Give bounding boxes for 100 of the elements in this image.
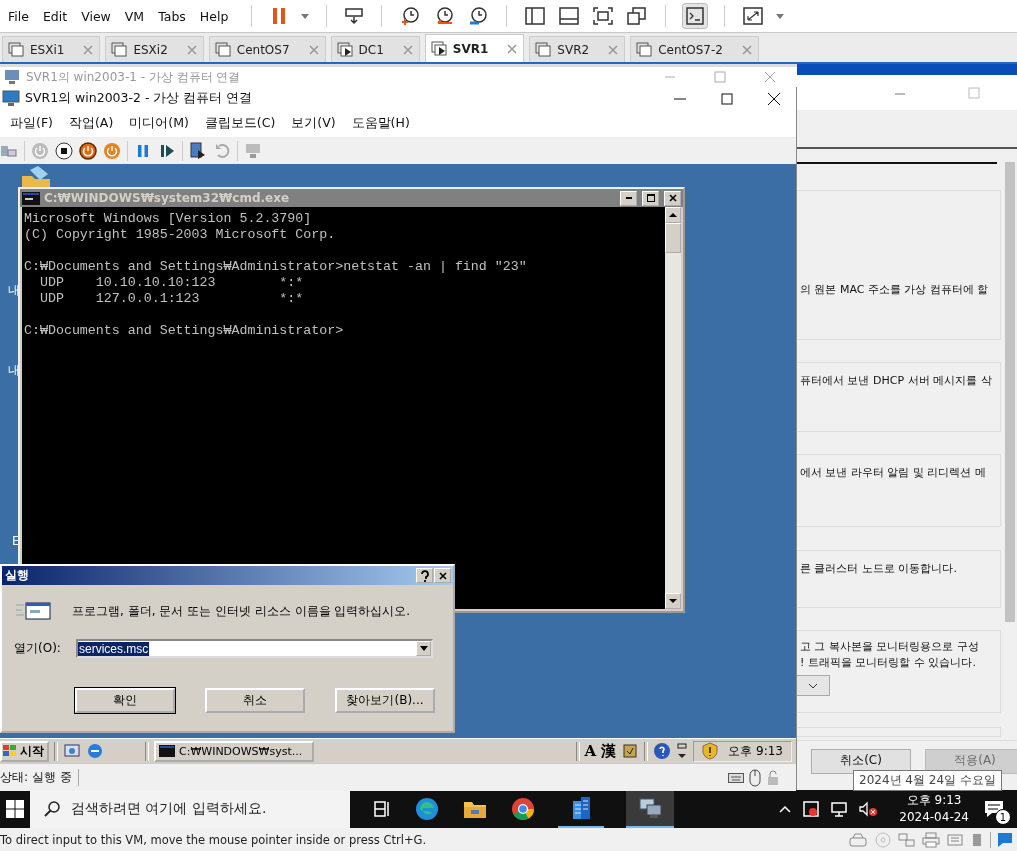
scroll-up-icon[interactable] [669,212,677,218]
windows-logo-icon[interactable] [5,799,25,819]
muted-speaker-icon[interactable] [858,800,879,818]
menu-item[interactable]: Help [199,8,229,24]
sidebar-icon[interactable] [523,5,548,27]
desktop-icon-label: 내 [8,282,20,299]
task-view-icon[interactable] [372,799,392,819]
description-text: 퓨터에서 보낸 DHCP 서버 메시지를 삭 [800,373,993,389]
menu-item[interactable]: 보기(V) [291,115,336,132]
console-line: C:₩Documents and Settings₩Administrator>netstat -an | find "23" [24,259,528,275]
console-icon[interactable] [682,3,709,29]
dialog-button[interactable]: 찾아보기(B)... [335,688,435,713]
taskbar-button[interactable]: C:₩WINDOWS₩syst... [154,740,314,762]
menu-item[interactable]: Edit [42,8,68,24]
windows-logo-icon [2,744,18,758]
vm-tab[interactable]: SVR2 [529,36,626,62]
desktop-icon[interactable] [63,742,81,760]
question-mark-icon [419,569,430,582]
edge-icon[interactable] [414,796,440,822]
menu-item[interactable]: Tabs [158,8,186,24]
checkpoint-icon[interactable] [189,142,207,160]
computer-icon[interactable] [637,796,663,820]
vm-icon [214,41,233,58]
start-button[interactable]: 시작 [0,740,49,762]
toolbar-options-icon[interactable] [621,742,640,760]
menu-item[interactable]: File [8,8,29,24]
maximize-icon[interactable] [719,90,735,107]
stretch-icon[interactable] [741,5,766,27]
open-combobox[interactable]: services.msc [76,639,433,658]
browser-icon[interactable] [86,742,104,760]
security-icon[interactable] [802,800,821,818]
dialog-button[interactable]: 취소 [205,688,305,713]
status-text: 상태: 실행 중 [0,769,79,786]
dialog-button[interactable]: 취소(C) [811,749,911,774]
scroll-down-icon[interactable] [669,598,677,604]
help-icon[interactable] [653,742,672,760]
power-icon[interactable] [103,142,121,160]
chrome-icon[interactable] [510,796,536,822]
maximize-button[interactable] [642,190,659,206]
desktop-icon-label: 내 [8,362,20,379]
clock[interactable]: 오후 9:13 2024-04-24 [899,792,969,826]
thumbnail-bar-icon[interactable] [557,5,582,27]
ime-indicator[interactable]: 漢 [601,741,617,761]
close-button[interactable] [434,568,451,583]
printer-icon[interactable] [922,831,940,848]
window-title: SVR1의 win2003-2 - 가상 컴퓨터 연결 [25,90,253,107]
clock-time: 오후 9:13 [906,792,962,809]
vm-tab[interactable]: CentOS7-2 [630,36,759,62]
dialog-title: 실행 [5,567,29,584]
vm-icon [111,41,130,58]
help-button[interactable] [416,568,433,583]
close-icon[interactable] [766,90,782,107]
network-icon[interactable] [830,800,849,818]
menu-item[interactable]: 도움말(H) [351,115,410,132]
language-bar-icon[interactable] [676,742,689,760]
send-keys-icon[interactable] [343,5,366,27]
menu-item[interactable]: 클립보드(C) [204,115,276,132]
minimize-button[interactable] [620,190,637,206]
close-button[interactable] [664,190,681,206]
console-icon [22,191,40,205]
vm-icon [535,41,554,58]
scrollbar[interactable] [665,207,681,609]
tooltip: 2024년 4월 24일 수요일 [853,770,1002,791]
instruction-text: 프로그램, 폴더, 문서 또는 인터넷 리소스 이름을 입력하십시오. [72,602,411,620]
menu-item[interactable]: View [81,8,111,24]
console-line: UDP 127.0.0.1:123 *:* [38,291,305,307]
menu-item[interactable]: 파일(F) [10,115,53,132]
vm-tab[interactable]: CentOS7 [208,36,326,62]
maximize-icon [645,193,656,203]
field-label: 열기(O): [14,640,62,657]
full-screen-icon[interactable] [591,5,616,27]
mouse-icon [749,768,761,787]
search-icon [43,800,61,818]
vm-tab[interactable]: ESXi1 [2,36,101,62]
console-line: UDP 10.10.10.10:123 *:* [38,275,305,291]
status-text: To direct input to this VM, move the mouse pointer inside or press Ctrl+G. [0,832,427,847]
vm-icon [636,41,655,58]
description-text: 의 원본 MAC 주소를 가상 컴퓨터에 할 [800,282,990,298]
menu-item[interactable]: VM [124,8,145,24]
dialog-button[interactable]: 확인 [75,688,175,713]
vm-tab[interactable]: DC1 [330,36,420,62]
vm-tab[interactable]: SVR1 [424,34,525,62]
search-field[interactable]: 검색하려면 여기에 입력하세요. [30,790,350,828]
minimize-icon [625,197,632,199]
shutdown-icon[interactable] [79,142,97,160]
vm-tab[interactable]: ESXi2 [105,36,204,62]
window-title: C:₩WINDOWS₩system32₩cmd.exe [44,191,290,205]
caret-icon [419,646,428,651]
vm-icon [8,41,26,58]
ime-indicator[interactable]: A [584,742,597,760]
console-icon [159,745,175,757]
play-icon[interactable] [158,142,176,160]
menu-item[interactable]: 미디어(M) [129,115,189,132]
description-text: 른 클러스터 노드로 이동합니다. [800,561,958,577]
shield-icon[interactable] [702,742,719,760]
stop-icon[interactable] [55,142,73,160]
scroll-thumb[interactable] [665,223,681,253]
monitor-icon [2,89,22,108]
menu-item[interactable]: 작업(A) [68,115,114,132]
message-icon[interactable] [997,831,1013,848]
